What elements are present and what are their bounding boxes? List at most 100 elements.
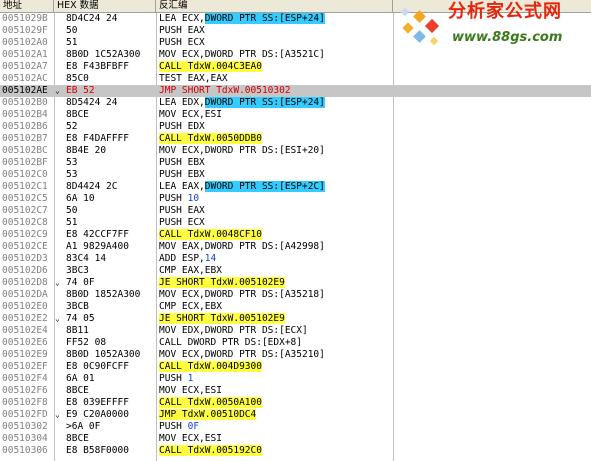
row-hex-bytes: 8D5424 24 <box>66 97 118 108</box>
row-hex-bytes: 3BC3 <box>66 265 89 276</box>
table-row-selected[interactable]: 005102AE ⌄ EB 52 JMP SHORT TdxW.00510302 <box>0 85 591 97</box>
jump-marker-icon <box>55 181 63 193</box>
table-row[interactable]: 005102E6 FF52 08 CALL DWORD PTR DS:[EDX+8] <box>0 337 591 349</box>
row-address: 005102FD <box>2 409 48 420</box>
table-row[interactable]: 005102CE A1 9829A400 MOV EAX,DWORD PTR DS:… <box>0 241 591 253</box>
table-row[interactable]: 005102B6 52 PUSH EDX <box>0 121 591 133</box>
jump-marker-icon <box>55 265 63 277</box>
instruction-token: CALL TdxW.0050DDB0 <box>159 133 262 144</box>
instruction-token: PUSH EBX <box>159 169 205 180</box>
jump-marker-icon <box>55 337 63 349</box>
table-row[interactable]: 00510306 E8 B58F0000 CALL TdxW.005192C0 <box>0 445 591 457</box>
table-row[interactable]: 005102B7 E8 F4DAFFFF CALL TdxW.0050DDB0 <box>0 133 591 145</box>
table-row[interactable]: 005102B4 8BCE MOV ECX,ESI <box>0 109 591 121</box>
row-instruction: MOV ECX,DWORD PTR DS:[A35218] <box>159 289 391 301</box>
row-hex-bytes: 8BCE <box>66 109 89 120</box>
disassembly-listing[interactable]: 0051029B 8D4C24 24 LEA ECX,DWORD PTR SS:[E… <box>0 13 591 457</box>
instruction-token: JMP TdxW.00510DC4 <box>159 409 257 420</box>
instruction-token: LEA EAX, <box>159 181 205 192</box>
table-row[interactable]: 005102D3 83C4 14 ADD ESP,14 <box>0 253 591 265</box>
table-row[interactable]: 005102C7 50 PUSH EAX <box>0 205 591 217</box>
jump-marker-icon <box>55 301 63 313</box>
instruction-token: CMP ECX,EBX <box>159 301 222 312</box>
table-row[interactable]: 005102F8 E8 039EFFFF CALL TdxW.0050A100 <box>0 397 591 409</box>
row-address: 005102B4 <box>2 109 48 120</box>
row-instruction: JMP SHORT TdxW.00510302 <box>159 85 391 97</box>
row-address: 0051029F <box>2 25 48 36</box>
row-address: 005102E6 <box>2 337 48 348</box>
row-address: 005102A1 <box>2 49 48 60</box>
row-instruction: PUSH EAX <box>159 205 391 217</box>
jump-marker-icon <box>55 169 63 181</box>
table-row[interactable]: 005102FD ⌄ E9 C20A0000 JMP TdxW.00510DC4 <box>0 409 591 421</box>
table-row[interactable]: 005102F6 8BCE MOV ECX,ESI <box>0 385 591 397</box>
table-row[interactable]: 005102E0 3BCB CMP ECX,EBX <box>0 301 591 313</box>
row-hex-bytes: 74 0F <box>66 277 95 288</box>
instruction-token: CMP EAX,EBX <box>159 265 222 276</box>
table-row[interactable]: 005102C9 E8 42CCF7FF CALL TdxW.0048CF10 <box>0 229 591 241</box>
column-header-hex[interactable]: HEX 数据 <box>54 0 156 12</box>
row-address: 005102A7 <box>2 61 48 72</box>
row-instruction: CALL TdxW.0050A100 <box>159 397 391 409</box>
table-row[interactable]: 005102C1 8D4424 2C LEA EAX,DWORD PTR SS:[E… <box>0 181 591 193</box>
column-header-address[interactable]: 地址 <box>0 0 54 12</box>
row-address: 005102E0 <box>2 301 48 312</box>
row-hex-bytes: E8 F4DAFFFF <box>66 133 129 144</box>
table-row[interactable]: 005102C5 6A 10 PUSH 10 <box>0 193 591 205</box>
row-address: 005102E9 <box>2 349 48 360</box>
instruction-token: CALL TdxW.0050A100 <box>159 397 262 408</box>
table-row[interactable]: 00510302 >6A 0F PUSH 0F <box>0 421 591 433</box>
row-hex-bytes: 50 <box>66 25 78 36</box>
table-row[interactable]: 005102A7 E8 F43BFBFF CALL TdxW.004C3EA0 <box>0 61 591 73</box>
row-hex-bytes: 8B11 <box>66 325 89 336</box>
table-row[interactable]: 005102AC 85C0 TEST EAX,EAX <box>0 73 591 85</box>
row-address: 005102C5 <box>2 193 48 204</box>
table-row[interactable]: 005102C8 51 PUSH ECX <box>0 217 591 229</box>
instruction-token: 10 <box>187 193 200 204</box>
row-hex-bytes: 6A 01 <box>66 373 95 384</box>
table-row[interactable]: 005102C0 53 PUSH EBX <box>0 169 591 181</box>
jump-marker-icon <box>55 25 63 37</box>
instruction-token: MOV ECX,DWORD PTR DS:[A3521C] <box>159 49 325 60</box>
column-header-disassembly[interactable]: 反汇编 <box>156 0 393 12</box>
table-row[interactable]: 005102BC 8B4E 20 MOV ECX,DWORD PTR DS:[ESI… <box>0 145 591 157</box>
row-address: 005102B7 <box>2 133 48 144</box>
row-hex-bytes: 53 <box>66 169 78 180</box>
jump-marker-icon: ⌄ <box>55 314 60 323</box>
table-row[interactable]: 005102F4 6A 01 PUSH 1 <box>0 373 591 385</box>
row-hex-bytes: 51 <box>66 37 78 48</box>
row-hex-bytes: EB 52 <box>66 85 95 96</box>
table-row[interactable]: 005102BF 53 PUSH EBX <box>0 157 591 169</box>
instruction-token: PUSH EAX <box>159 25 205 36</box>
instruction-token: MOV ECX,DWORD PTR DS:[ESI+20] <box>159 145 325 156</box>
table-row[interactable]: 005102E4 8B11 MOV EDX,DWORD PTR DS:[ECX] <box>0 325 591 337</box>
table-row[interactable]: 005102D6 3BC3 CMP EAX,EBX <box>0 265 591 277</box>
instruction-token: 14 <box>204 253 217 264</box>
row-instruction: PUSH EBX <box>159 169 391 181</box>
table-row[interactable]: 005102E9 8B0D 1052A300 MOV ECX,DWORD PTR D… <box>0 349 591 361</box>
instruction-token: MOV ECX,ESI <box>159 385 222 396</box>
row-instruction: LEA ECX,DWORD PTR SS:[ESP+24] <box>159 13 391 25</box>
row-hex-bytes: E8 039EFFFF <box>66 397 129 408</box>
jump-marker-icon <box>55 61 63 73</box>
row-instruction: CALL DWORD PTR DS:[EDX+8] <box>159 337 391 349</box>
row-hex-bytes: E8 F43BFBFF <box>66 61 129 72</box>
instruction-token: CALL TdxW.0048CF10 <box>159 229 262 240</box>
row-instruction: CMP ECX,EBX <box>159 301 391 313</box>
row-hex-bytes: 8B0D 1852A300 <box>66 289 141 300</box>
jump-marker-icon <box>55 193 63 205</box>
table-row[interactable]: 005102DA 8B0D 1852A300 MOV ECX,DWORD PTR D… <box>0 289 591 301</box>
instruction-token: PUSH EDX <box>159 121 205 132</box>
jump-marker-icon <box>55 157 63 169</box>
table-row[interactable]: 005102D8 ⌄ 74 0F JE SHORT TdxW.005102E9 <box>0 277 591 289</box>
table-row[interactable]: 00510304 8BCE MOV ECX,ESI <box>0 433 591 445</box>
jump-marker-icon <box>55 289 63 301</box>
jump-marker-icon <box>55 145 63 157</box>
instruction-token: PUSH EBX <box>159 157 205 168</box>
row-address: 005102B0 <box>2 97 48 108</box>
jump-marker-icon <box>55 49 63 61</box>
row-address: 005102CE <box>2 241 48 252</box>
table-row[interactable]: 005102EF E8 0C90FCFF CALL TdxW.004D9300 <box>0 361 591 373</box>
table-row[interactable]: 005102B0 8D5424 24 LEA EDX,DWORD PTR SS:[E… <box>0 97 591 109</box>
table-row[interactable]: 005102E2 ⌄ 74 05 JE SHORT TdxW.005102E9 <box>0 313 591 325</box>
